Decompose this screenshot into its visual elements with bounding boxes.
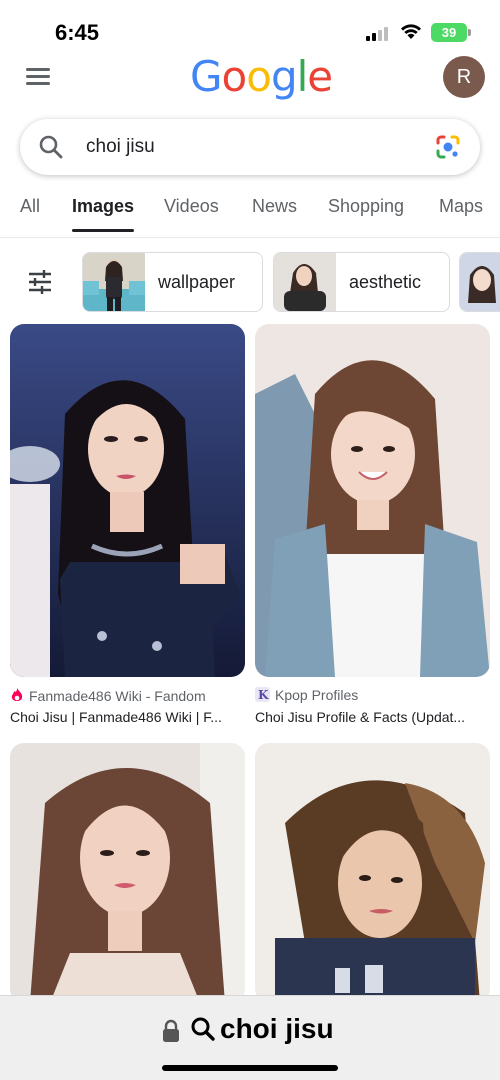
address-search-icon bbox=[191, 1017, 215, 1041]
tabs-divider bbox=[0, 237, 500, 238]
active-tab-indicator bbox=[72, 229, 134, 232]
result-2-source-text: Kpop Profiles bbox=[275, 687, 359, 703]
address-bar-text: choi jisu bbox=[220, 1013, 334, 1044]
menu-icon[interactable] bbox=[26, 66, 52, 86]
google-lens-icon[interactable] bbox=[434, 133, 462, 161]
chip-wallpaper[interactable]: wallpaper bbox=[82, 252, 263, 312]
status-bar: 6:45 39 bbox=[0, 0, 500, 60]
chip-aesthetic-thumbnail bbox=[274, 253, 336, 311]
result-image-2[interactable] bbox=[255, 324, 490, 677]
account-avatar[interactable]: R bbox=[443, 56, 485, 98]
battery-indicator: 39 bbox=[431, 23, 471, 42]
chip-wallpaper-label: wallpaper bbox=[158, 272, 236, 292]
chip-aesthetic-label: aesthetic bbox=[349, 272, 422, 292]
tab-shopping[interactable]: Shopping bbox=[328, 196, 404, 217]
cellular-signal-icon bbox=[366, 27, 392, 41]
result-2-source[interactable]: K Kpop Profiles bbox=[255, 687, 358, 703]
result-2-title[interactable]: Choi Jisu Profile & Facts (Updat... bbox=[255, 709, 487, 725]
tab-maps[interactable]: Maps bbox=[439, 196, 483, 217]
tab-images[interactable]: Images bbox=[72, 196, 134, 217]
home-indicator[interactable] bbox=[162, 1065, 338, 1071]
fandom-flame-icon bbox=[11, 688, 23, 701]
battery-level: 39 bbox=[441, 25, 457, 40]
wifi-icon bbox=[401, 24, 421, 39]
chip-partial-thumbnail bbox=[460, 253, 500, 311]
svg-text:K: K bbox=[258, 688, 269, 702]
status-time: 6:45 bbox=[55, 20, 100, 45]
google-logo[interactable]: Google bbox=[190, 52, 333, 101]
chip-partial[interactable] bbox=[459, 252, 500, 312]
result-1-title[interactable]: Choi Jisu | Fanmade486 Wiki | F... bbox=[10, 709, 242, 725]
tab-videos[interactable]: Videos bbox=[164, 196, 219, 217]
browser-address-bar[interactable]: choi jisu bbox=[0, 995, 500, 1080]
search-tabs: All Images Videos News Shopping Maps bbox=[0, 196, 500, 236]
chip-aesthetic[interactable]: aesthetic bbox=[273, 252, 450, 312]
search-input[interactable]: choi jisu bbox=[86, 136, 155, 158]
tab-news[interactable]: News bbox=[252, 196, 297, 217]
result-1-source-text: Fanmade486 Wiki - Fandom bbox=[29, 688, 206, 704]
tab-all[interactable]: All bbox=[20, 196, 40, 217]
chip-wallpaper-thumbnail bbox=[83, 253, 145, 311]
search-icon bbox=[39, 135, 63, 159]
result-image-1[interactable] bbox=[10, 324, 245, 677]
kpop-profiles-k-icon: K bbox=[255, 687, 270, 702]
lock-icon bbox=[163, 1019, 179, 1042]
result-image-4[interactable] bbox=[255, 743, 490, 1003]
result-1-source[interactable]: Fanmade486 Wiki - Fandom bbox=[10, 687, 206, 704]
search-box[interactable]: choi jisu bbox=[20, 119, 480, 175]
result-image-3[interactable] bbox=[10, 743, 245, 1003]
tune-filter-icon[interactable] bbox=[26, 268, 54, 296]
